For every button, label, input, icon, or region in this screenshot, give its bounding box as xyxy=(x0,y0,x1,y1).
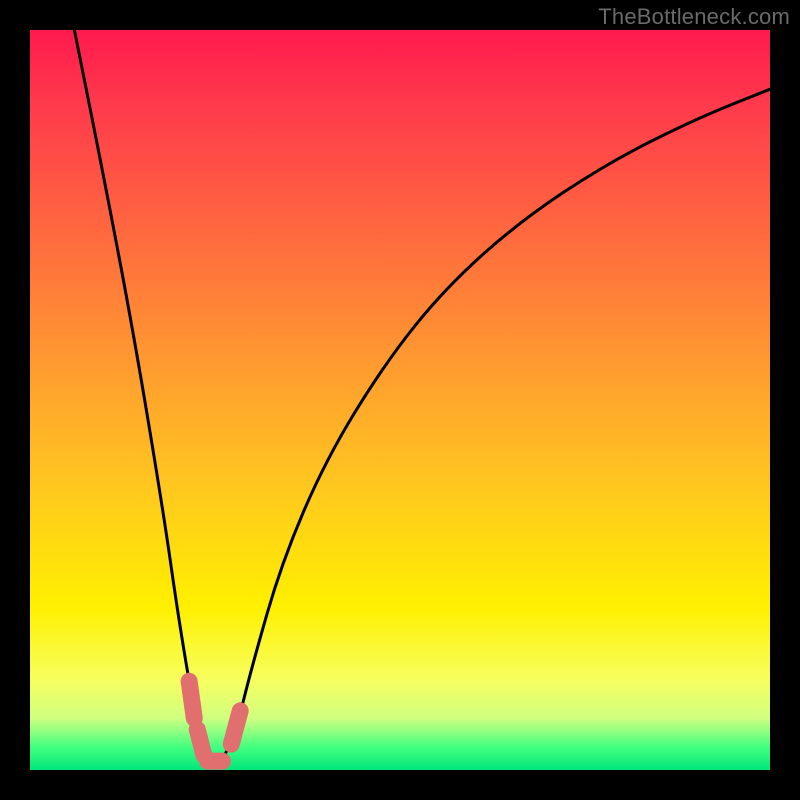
chart-frame: TheBottleneck.com xyxy=(0,0,800,800)
left-segment-2 xyxy=(197,729,204,755)
left-segment-1 xyxy=(189,681,194,718)
right-segment xyxy=(231,711,240,744)
watermark-text: TheBottleneck.com xyxy=(598,4,790,30)
bottleneck-curve xyxy=(74,30,770,762)
curve-svg xyxy=(30,30,770,770)
curve-markers xyxy=(189,681,240,761)
plot-area xyxy=(30,30,770,770)
